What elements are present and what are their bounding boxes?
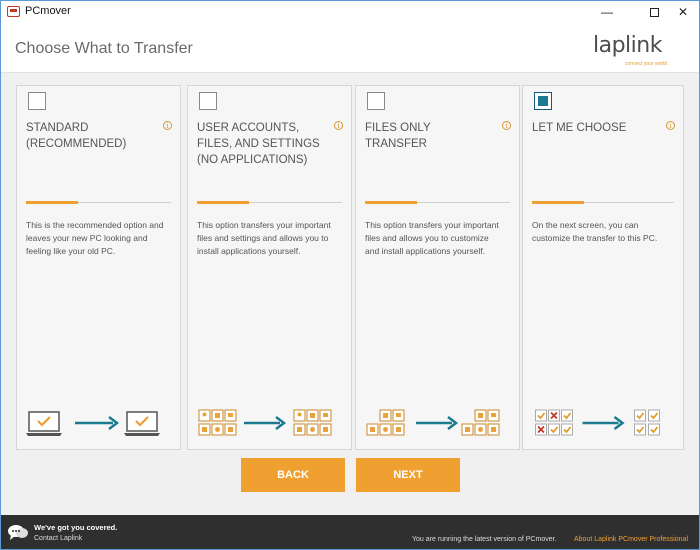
- accent-bar: [365, 201, 417, 204]
- next-button[interactable]: NEXT: [356, 458, 460, 492]
- option-title: LET ME CHOOSE: [532, 122, 627, 134]
- option-title: USER ACCOUNTS, FILES, AND SETTINGS (NO A…: [197, 122, 320, 166]
- support-tagline: We've got you covered.: [34, 523, 118, 532]
- title-bar: PCmover — ✕: [1, 1, 699, 23]
- app-window: PCmover — ✕ Choose What to Transfer lapl…: [0, 0, 700, 550]
- option-description: This option transfers your important fil…: [365, 220, 499, 256]
- option-title: STANDARD (RECOMMENDED): [26, 122, 127, 150]
- transfer-arrow-icon: [582, 416, 625, 430]
- option-title: FILES ONLY TRANSFER: [365, 122, 431, 150]
- main-content: STANDARD (RECOMMENDED) i This is the rec…: [1, 73, 699, 515]
- version-status: You are running the latest version of PC…: [412, 536, 557, 543]
- accent-bar: [532, 201, 584, 204]
- laplink-logo: laplink connect your world: [593, 33, 673, 69]
- transfer-arrow-icon: [244, 416, 287, 430]
- footer-bar: We've got you covered. Contact Laplink Y…: [1, 515, 699, 549]
- pcmover-app-icon: [7, 6, 20, 17]
- about-link[interactable]: About Laplink PCmover Professional: [574, 536, 688, 543]
- accounts-transfer-graphic: [198, 409, 332, 436]
- laptop-icon: [124, 411, 160, 436]
- transfer-arrow-icon: [416, 416, 459, 430]
- minimize-icon[interactable]: —: [591, 1, 623, 23]
- info-icon[interactable]: i: [502, 121, 511, 130]
- option-description: On the next screen, you can customize th…: [532, 220, 658, 243]
- chat-bubble-icon[interactable]: [7, 523, 29, 541]
- option-checkbox-checked[interactable]: [534, 92, 552, 110]
- laptop-transfer-graphic: [26, 411, 160, 436]
- close-icon[interactable]: ✕: [667, 1, 699, 23]
- transfer-arrow-icon: [75, 416, 120, 430]
- option-card-user-accounts[interactable]: USER ACCOUNTS, FILES, AND SETTINGS (NO A…: [187, 85, 352, 450]
- option-checkbox[interactable]: [367, 92, 385, 110]
- page-title: Choose What to Transfer: [15, 40, 193, 57]
- info-icon[interactable]: i: [334, 121, 343, 130]
- info-icon[interactable]: i: [163, 121, 172, 130]
- custom-transfer-graphic: [535, 409, 660, 436]
- option-checkbox[interactable]: [28, 92, 46, 110]
- accent-bar: [26, 201, 78, 204]
- laptop-icon: [26, 411, 62, 436]
- window-title: PCmover: [25, 5, 71, 17]
- option-description: This is the recommended option and leave…: [26, 220, 164, 256]
- option-card-let-me-choose[interactable]: LET ME CHOOSE i On the next screen, you …: [522, 85, 684, 450]
- option-card-files-only[interactable]: FILES ONLY TRANSFER i This option transf…: [355, 85, 520, 450]
- maximize-icon[interactable]: [638, 1, 670, 23]
- contact-link[interactable]: Contact Laplink: [34, 535, 82, 542]
- logo-wordmark: laplink: [593, 33, 662, 58]
- accent-bar: [197, 201, 249, 204]
- logo-tagline: connect your world: [625, 61, 667, 67]
- option-description: This option transfers your important fil…: [197, 220, 331, 256]
- files-transfer-graphic: [366, 409, 500, 436]
- page-header: Choose What to Transfer laplink connect …: [1, 23, 699, 73]
- option-card-standard[interactable]: STANDARD (RECOMMENDED) i This is the rec…: [16, 85, 181, 450]
- info-icon[interactable]: i: [666, 121, 675, 130]
- option-checkbox[interactable]: [199, 92, 217, 110]
- back-button[interactable]: BACK: [241, 458, 345, 492]
